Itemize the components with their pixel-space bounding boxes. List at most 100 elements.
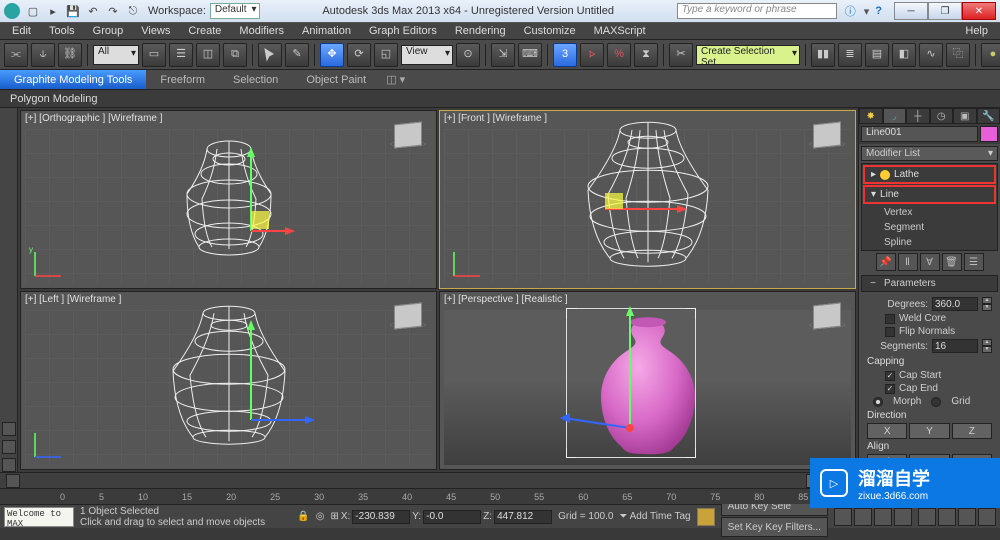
select-region-icon[interactable]: ◫: [196, 43, 220, 67]
viewcube-top[interactable]: [390, 117, 426, 153]
use-center-icon[interactable]: ⊙: [456, 43, 480, 67]
pin-stack-icon[interactable]: 📌: [876, 253, 896, 271]
viewport-front-label[interactable]: [+] [Front ] [Wireframe ]: [444, 113, 547, 124]
minimize-button[interactable]: ─: [894, 2, 928, 20]
schematic-icon[interactable]: ⿻: [946, 43, 970, 67]
capstart-checkbox[interactable]: ✓: [885, 371, 895, 381]
menu-modifiers[interactable]: Modifiers: [231, 25, 292, 37]
ref-coord-combo[interactable]: View: [401, 45, 453, 65]
degrees-spinner[interactable]: 360.0: [932, 297, 978, 311]
unlink-icon[interactable]: ⫝: [31, 43, 55, 67]
curve-editor-icon[interactable]: ∿: [919, 43, 943, 67]
play-icon[interactable]: [874, 508, 892, 526]
viewport-left[interactable]: [+] [Left ] [Wireframe ]: [20, 291, 437, 470]
coord-y-field[interactable]: -0.0: [423, 510, 481, 524]
menu-grapheditors[interactable]: Graph Editors: [361, 25, 445, 37]
direction-z-button[interactable]: Z: [952, 423, 992, 439]
menu-help[interactable]: Help: [957, 25, 996, 37]
window-crossing-icon[interactable]: ⧉: [223, 43, 247, 67]
signin-icon[interactable]: ▾: [864, 5, 870, 18]
selection-filter-combo[interactable]: All: [93, 45, 139, 65]
ribbon-tab-graphite[interactable]: Graphite Modeling Tools: [0, 70, 146, 89]
viewport-front[interactable]: [+] [Front ] [Wireframe ]: [439, 110, 856, 289]
lightbulb-icon[interactable]: [880, 170, 890, 180]
polygon-modeling-panel-label[interactable]: Polygon Modeling: [0, 90, 1000, 108]
qat-link-icon[interactable]: ⎋: [124, 2, 142, 20]
set-key-bigbutton[interactable]: [697, 508, 715, 526]
menu-create[interactable]: Create: [180, 25, 229, 37]
menu-group[interactable]: Group: [85, 25, 132, 37]
prev-frame-icon[interactable]: [854, 508, 872, 526]
direction-y-button[interactable]: Y: [909, 423, 949, 439]
coord-z-field[interactable]: 447.812: [494, 510, 552, 524]
restore-button[interactable]: ❐: [928, 2, 962, 20]
menu-maxscript[interactable]: MAXScript: [586, 25, 654, 37]
link-icon[interactable]: ⫘: [4, 43, 28, 67]
degrees-spinbtns[interactable]: ▲▼: [982, 297, 992, 311]
spinner-snap-icon[interactable]: ⧗: [634, 43, 658, 67]
tab-motion-icon[interactable]: ◷: [930, 108, 954, 124]
absolute-icon[interactable]: ⊞: [330, 511, 338, 522]
ribbon-tab-selection[interactable]: Selection: [219, 70, 292, 89]
direction-x-button[interactable]: X: [867, 423, 907, 439]
setkey-button[interactable]: Set Key Key Filters...: [721, 517, 828, 537]
stack-item-lathe[interactable]: ▸Lathe: [863, 165, 996, 184]
bind-icon[interactable]: ⛓: [58, 43, 82, 67]
isolate-icon[interactable]: ◎: [316, 511, 325, 522]
viewcube-persp[interactable]: [809, 298, 845, 334]
pan-icon[interactable]: [918, 508, 936, 526]
tab-display-icon[interactable]: ▣: [953, 108, 977, 124]
timeline-minitrack-icon[interactable]: [6, 474, 20, 488]
ribbon-tab-freeform[interactable]: Freeform: [146, 70, 219, 89]
stack-sub-spline[interactable]: Spline: [862, 235, 997, 250]
select-object-icon[interactable]: ▭: [142, 43, 166, 67]
ribbon-tab-objectpaint[interactable]: Object Paint: [292, 70, 380, 89]
tab-utilities-icon[interactable]: 🔧: [977, 108, 1000, 124]
remove-modifier-icon[interactable]: 🗑: [942, 253, 962, 271]
object-name-field[interactable]: Line001: [861, 126, 978, 142]
menu-tools[interactable]: Tools: [41, 25, 83, 37]
morph-radio[interactable]: [873, 397, 883, 407]
lock-selection-icon[interactable]: 🔒: [297, 511, 309, 522]
menu-views[interactable]: Views: [133, 25, 178, 37]
modifier-stack[interactable]: ▸Lathe ▾Line Vertex Segment Spline: [861, 163, 998, 251]
capend-checkbox[interactable]: ✓: [885, 384, 895, 394]
viewport-perspective[interactable]: [+] [Perspective ] [Realistic ]: [439, 291, 856, 470]
keyboard-shortcut-icon[interactable]: ⌨: [518, 43, 542, 67]
maximize-viewport-icon[interactable]: [978, 508, 996, 526]
infocenter-search[interactable]: Type a keyword or phrase: [677, 3, 837, 19]
modifier-list-combo[interactable]: Modifier List: [861, 146, 998, 161]
stack-sub-segment[interactable]: Segment: [862, 220, 997, 235]
configure-sets-icon[interactable]: ☰: [964, 253, 984, 271]
grid-radio[interactable]: [931, 397, 941, 407]
layers-icon[interactable]: ▤: [865, 43, 889, 67]
viewcube-front[interactable]: [809, 117, 845, 153]
percent-snap-icon[interactable]: %: [607, 43, 631, 67]
viewcube-left[interactable]: [390, 298, 426, 334]
next-frame-icon[interactable]: [894, 508, 912, 526]
time-tag-icon[interactable]: ⏷ Add Time Tag: [619, 511, 690, 522]
qat-open-icon[interactable]: ▸: [44, 2, 62, 20]
make-unique-icon[interactable]: ∀: [920, 253, 940, 271]
tab-create-icon[interactable]: ✸: [859, 108, 883, 124]
object-color-chip[interactable]: [980, 126, 998, 142]
zoom-icon[interactable]: [938, 508, 956, 526]
close-button[interactable]: ✕: [962, 2, 996, 20]
menu-customize[interactable]: Customize: [516, 25, 584, 37]
orbit-icon[interactable]: [958, 508, 976, 526]
maxscript-listener[interactable]: Welcome to MAX: [4, 507, 74, 527]
rollout-parameters-header[interactable]: −Parameters: [861, 275, 998, 292]
menu-rendering[interactable]: Rendering: [447, 25, 514, 37]
viewport-top[interactable]: [+] [Orthographic ] [Wireframe ]: [20, 110, 437, 289]
infocenter-icon[interactable]: ⓘ: [845, 3, 856, 19]
manipulate-icon[interactable]: ⇲: [491, 43, 515, 67]
select-icon[interactable]: [258, 43, 282, 67]
weldcore-checkbox[interactable]: [885, 314, 895, 324]
left-quad3-icon[interactable]: [2, 458, 16, 472]
qat-save-icon[interactable]: 💾: [64, 2, 82, 20]
gizmo-top[interactable]: [221, 141, 301, 261]
left-quad2-icon[interactable]: [2, 440, 16, 454]
select-and-scale-icon[interactable]: ◱: [374, 43, 398, 67]
help-icon[interactable]: ?: [875, 5, 882, 17]
menu-edit[interactable]: Edit: [4, 25, 39, 37]
